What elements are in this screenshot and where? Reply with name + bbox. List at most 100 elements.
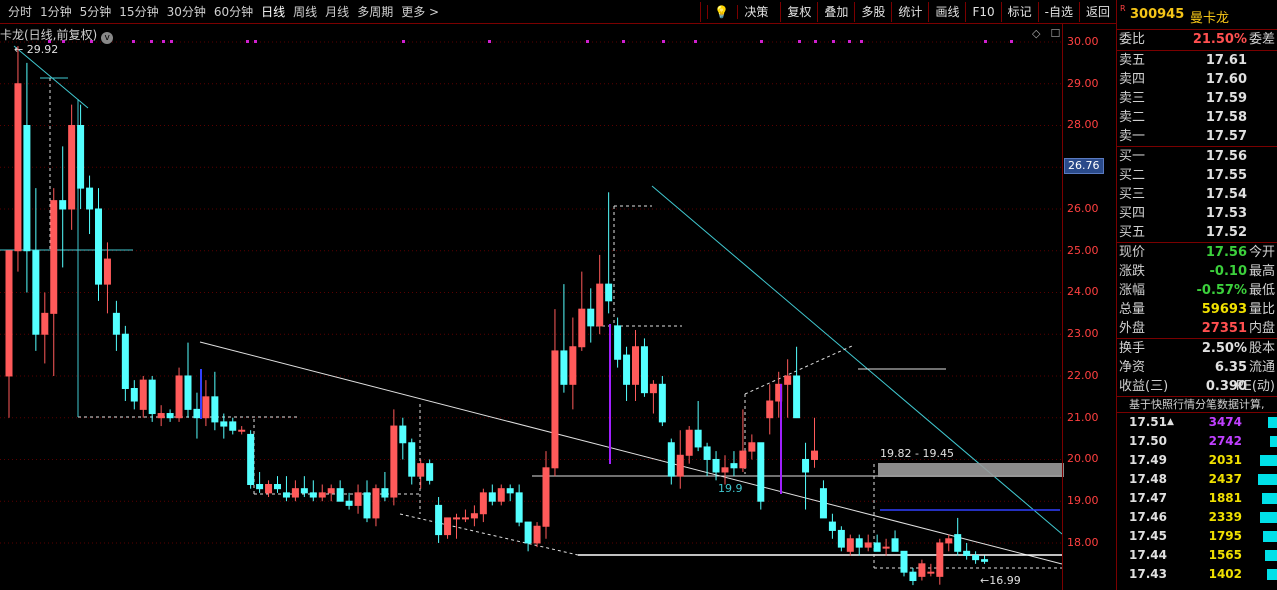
price-range-label: 19.82 - 19.45	[880, 447, 954, 460]
candle-body	[828, 521, 836, 531]
candle-body	[220, 421, 228, 427]
candle-body	[95, 208, 102, 285]
sell-level-label: 卖五	[1119, 53, 1146, 68]
buy-level-row: 买一 17.56	[1117, 147, 1277, 166]
kline-chart[interactable]: ← 29.92 ←16.99 19.82 - 19.45 19.9 卡龙(日线,前复权…	[0, 24, 1116, 590]
candle-body	[390, 425, 398, 498]
chart-title: 卡龙(日线,前复权) v	[0, 26, 114, 44]
tab-1min[interactable]: 1分钟	[36, 3, 76, 21]
y-axis: 30.0029.0028.0027.0026.0025.0024.0023.00…	[1062, 24, 1116, 590]
price-volume-row: 17.51 ▲ 3474	[1117, 413, 1277, 432]
candle-body	[497, 488, 505, 502]
stat-value: 17.56	[1205, 245, 1247, 260]
tab-more[interactable]: 更多 >	[397, 3, 443, 21]
tab-weekly[interactable]: 周线	[289, 3, 321, 21]
candle-body	[658, 383, 666, 423]
y-tick-label: 29.00	[1067, 76, 1099, 90]
stat-label: 现价	[1119, 245, 1146, 260]
buy-level-label: 买二	[1119, 168, 1146, 183]
candle-body	[291, 488, 299, 498]
decision-button[interactable]: 💡 决策	[700, 2, 780, 22]
tab-multi-period[interactable]: 多周期	[353, 3, 397, 21]
sell-level-value: 17.60	[1205, 72, 1247, 87]
tick-price: 17.50	[1129, 434, 1167, 448]
candle-body	[649, 383, 657, 394]
up-arrow-icon: ▲	[1167, 417, 1174, 427]
buy-level-label: 买五	[1119, 225, 1146, 240]
candle-body	[130, 387, 138, 402]
buy-level-value: 17.52	[1205, 225, 1247, 240]
tick-price: 17.44	[1129, 548, 1167, 562]
tab-daily[interactable]: 日线	[257, 3, 289, 21]
candle-body	[345, 500, 353, 506]
tab-60min[interactable]: 60分钟	[210, 3, 257, 21]
diamond-icon[interactable]: ◇	[1032, 27, 1040, 40]
mark-button[interactable]: 标记	[1000, 2, 1038, 22]
y-tick-label: 20.00	[1067, 452, 1099, 466]
candle-body	[112, 312, 120, 335]
candle-body	[408, 442, 416, 477]
tab-30min[interactable]: 30分钟	[163, 3, 210, 21]
y-tick-label: 19.00	[1067, 494, 1099, 508]
candle-body	[77, 124, 85, 189]
price-volume-row: 17.43 1402	[1117, 565, 1277, 584]
candle-body	[193, 408, 201, 419]
candle-body	[542, 467, 550, 527]
sell-level-label: 卖二	[1119, 110, 1146, 125]
y-tick-label: 22.00	[1067, 368, 1099, 382]
tab-5min[interactable]: 5分钟	[76, 3, 116, 21]
sell-level-value: 17.58	[1205, 110, 1247, 125]
candle-body	[882, 546, 890, 549]
draw-line-button[interactable]: 画线	[928, 2, 965, 22]
volume-bar	[1262, 493, 1277, 504]
square-icon[interactable]: ☐	[1050, 27, 1060, 40]
period-toolbar: 分时 1分钟 5分钟 15分钟 30分钟 60分钟 日线 周线 月线 多周期 更…	[0, 0, 1116, 24]
candle-body	[918, 563, 926, 577]
tab-15min[interactable]: 15分钟	[115, 3, 162, 21]
candle-body	[426, 463, 434, 481]
candle-body	[68, 124, 76, 210]
candle-body	[175, 375, 183, 419]
candle-body	[202, 396, 210, 419]
tick-price: 17.47	[1129, 491, 1167, 505]
tab-fenshi[interactable]: 分时	[4, 3, 36, 21]
buy-level-label: 买四	[1119, 206, 1146, 221]
price-volume-row: 17.47 1881	[1117, 489, 1277, 508]
back-button[interactable]: 返回	[1078, 2, 1116, 22]
kline-svg: ← 29.92 ←16.99 19.82 - 19.45 19.9	[0, 40, 1064, 587]
adjust-button[interactable]: 复权	[780, 2, 817, 22]
f10-button[interactable]: F10	[965, 2, 1000, 22]
candle-body	[846, 538, 854, 552]
stats-button[interactable]: 统计	[891, 2, 928, 22]
stat-label2: 最低	[1248, 283, 1275, 298]
candle-body	[354, 492, 362, 506]
candle-body	[676, 454, 684, 477]
tick-volume: 1565	[1208, 548, 1242, 562]
tab-monthly[interactable]: 月线	[321, 3, 353, 21]
signal-dot	[984, 40, 987, 43]
buy-level-label: 买三	[1119, 187, 1146, 202]
candle-body	[256, 484, 264, 490]
overlay-button[interactable]: 叠加	[817, 2, 854, 22]
tick-volume: 1402	[1208, 567, 1242, 581]
candle-body	[327, 488, 335, 494]
candle-body	[229, 421, 237, 431]
candle-body	[166, 413, 174, 419]
stat-value: -0.10	[1209, 264, 1247, 279]
candle-body	[444, 517, 452, 536]
dropdown-circle-icon[interactable]: v	[101, 32, 114, 44]
price-zone-box	[878, 463, 1064, 477]
candle-body	[766, 400, 774, 419]
remove-watchlist-button[interactable]: -自选	[1037, 2, 1079, 22]
candle-body	[864, 542, 872, 548]
candle-body	[730, 463, 738, 469]
multi-stock-button[interactable]: 多股	[854, 2, 891, 22]
tick-note: 基于快照行情分笔数据计算,	[1117, 396, 1277, 413]
y-tick-label: 28.00	[1067, 118, 1099, 132]
candle-body	[470, 513, 478, 519]
tick-price: 17.43	[1129, 567, 1167, 581]
stat-label: 涨幅	[1119, 283, 1146, 298]
high-price-label: ← 29.92	[14, 43, 58, 56]
sell-level-value: 17.59	[1205, 91, 1247, 106]
candle-body	[640, 346, 648, 394]
